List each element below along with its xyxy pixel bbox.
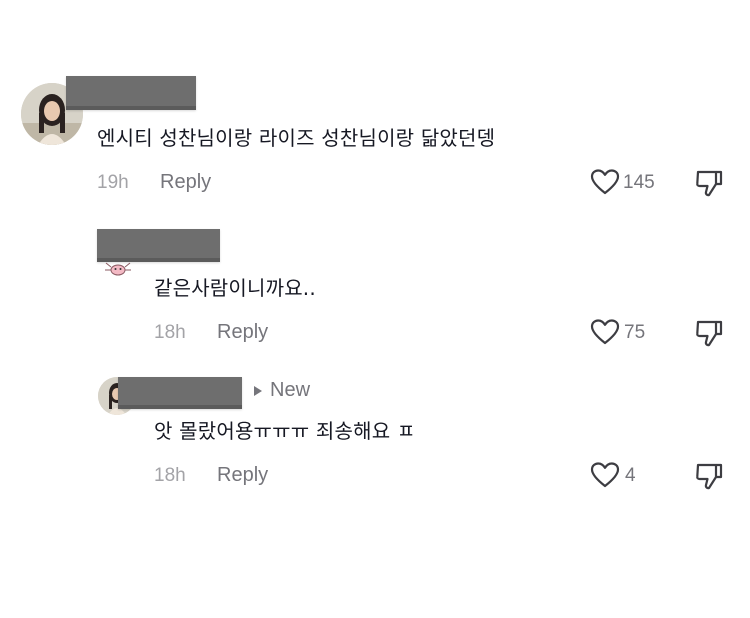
like-count: 145 xyxy=(623,172,655,193)
comment-text: 같은사람이니까요.. xyxy=(154,276,316,300)
dislike-button[interactable] xyxy=(694,168,724,198)
thumbs-down-icon xyxy=(696,463,723,490)
thumbs-down-icon xyxy=(696,170,723,197)
like-button[interactable]: 4 xyxy=(590,461,650,491)
heart-outline-icon xyxy=(590,319,620,345)
dislike-button[interactable] xyxy=(694,318,724,348)
reply-item: 같은사람이니까요.. 18h Reply 75 xyxy=(0,220,750,360)
new-badge: New xyxy=(270,379,311,401)
reply-button[interactable]: Reply xyxy=(217,321,268,344)
dislike-button[interactable] xyxy=(694,461,724,491)
heart-outline-icon xyxy=(590,462,620,488)
triangle-right-icon xyxy=(254,386,262,396)
reply-button[interactable]: Reply xyxy=(160,171,211,194)
redacted-username xyxy=(66,76,196,110)
heart-outline-icon xyxy=(590,169,620,195)
like-count: 75 xyxy=(624,322,646,343)
timestamp: 18h xyxy=(154,322,186,343)
comment-text: 엔시티 성찬님이랑 라이즈 성찬님이랑 닮았던뎅 xyxy=(97,126,496,150)
like-button[interactable]: 75 xyxy=(590,318,662,348)
timestamp: 19h xyxy=(97,172,129,193)
like-count: 4 xyxy=(625,465,636,486)
thumbs-down-icon xyxy=(696,320,723,347)
comment-item: 엔시티 성찬님이랑 라이즈 성찬님이랑 닮았던뎅 19h Reply 145 xyxy=(0,0,750,210)
reply-button[interactable]: Reply xyxy=(217,464,268,487)
reply-item: New 앗 몰랐어용ㅠㅠㅠ 죄송해요 ㅍ 18h Reply 4 xyxy=(0,370,750,510)
comment-text: 앗 몰랐어용ㅠㅠㅠ 죄송해요 ㅍ xyxy=(154,419,416,443)
redacted-username xyxy=(118,377,242,409)
redacted-username xyxy=(97,229,220,262)
timestamp: 18h xyxy=(154,465,186,486)
avatar-image-icon xyxy=(105,262,131,276)
avatar[interactable] xyxy=(104,260,132,280)
like-button[interactable]: 145 xyxy=(590,168,662,198)
